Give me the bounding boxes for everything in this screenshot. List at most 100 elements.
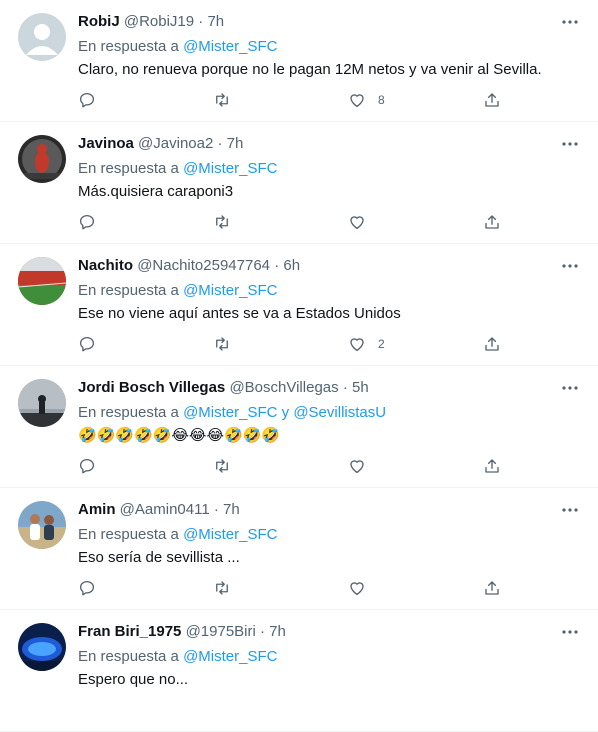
reply-button[interactable] [78, 456, 96, 476]
retweet-button[interactable] [213, 212, 231, 232]
more-options-icon[interactable] [560, 500, 580, 520]
reply-icon [79, 580, 95, 596]
like-button[interactable]: 2 [348, 334, 385, 354]
like-count: 8 [378, 93, 385, 107]
tweet-header: Javinoa @Javinoa2 · 7h [78, 134, 243, 154]
reply-prefix: En respuesta a [78, 38, 179, 55]
avatar[interactable] [18, 623, 66, 671]
display-name[interactable]: RobiJ [78, 13, 120, 30]
timestamp[interactable]: 6h [283, 257, 300, 274]
reply-button[interactable] [78, 578, 96, 598]
more-options-icon[interactable] [560, 622, 580, 642]
action-bar [78, 578, 580, 598]
like-button[interactable] [348, 456, 378, 476]
heart-icon [350, 582, 364, 596]
like-button[interactable] [348, 578, 378, 598]
avatar[interactable] [18, 257, 66, 305]
retweet-icon [216, 459, 228, 473]
share-icon [485, 581, 499, 595]
timestamp[interactable]: 7h [223, 501, 240, 518]
more-options-icon[interactable] [560, 12, 580, 32]
reply-context: En respuesta a @Mister_SFC [78, 647, 277, 667]
handle[interactable]: @RobiJ19 [124, 13, 194, 30]
retweet-icon [216, 337, 228, 351]
tweet[interactable]: Amin @Aamin0411 · 7h En respuesta a @Mis… [0, 488, 598, 610]
timestamp[interactable]: 7h [227, 135, 244, 152]
share-icon [485, 93, 499, 107]
tweet-text: Más.quisiera caraponi3 [78, 183, 234, 200]
display-name[interactable]: Fran Biri_1975 [78, 623, 181, 640]
action-bar: 8 [78, 90, 580, 110]
handle[interactable]: @Aamin0411 [120, 501, 210, 518]
more-options-icon[interactable] [560, 134, 580, 154]
mention-link[interactable]: @Mister_SFC [183, 282, 277, 299]
share-button[interactable] [483, 90, 501, 110]
separator-dot: · [213, 501, 219, 518]
heart-icon [350, 338, 364, 352]
display-name[interactable]: Jordi Bosch Villegas [78, 379, 225, 396]
share-icon [485, 337, 499, 351]
share-button[interactable] [483, 212, 501, 232]
tweet[interactable]: Fran Biri_1975 @1975Biri · 7h En respues… [0, 610, 598, 732]
reply-conjunction: y [281, 404, 290, 421]
tweet[interactable]: Jordi Bosch Villegas @BoschVillegas · 5h… [0, 366, 598, 488]
like-button[interactable]: 8 [348, 90, 385, 110]
reply-context: En respuesta a @Mister_SFC [78, 159, 277, 179]
handle[interactable]: @Nachito25947764 [137, 257, 270, 274]
display-name[interactable]: Nachito [78, 257, 133, 274]
timestamp[interactable]: 7h [207, 13, 224, 30]
separator-dot: · [260, 623, 265, 640]
timestamp[interactable]: 7h [269, 623, 286, 640]
tweet-header: Jordi Bosch Villegas @BoschVillegas · 5h [78, 378, 369, 398]
silhouette-avatar-icon [18, 379, 66, 427]
reply-button[interactable] [78, 212, 96, 232]
heart-icon [350, 94, 364, 108]
share-button[interactable] [483, 334, 501, 354]
like-button[interactable] [348, 212, 378, 232]
avatar[interactable] [18, 13, 66, 61]
tweet[interactable]: Nachito @Nachito25947764 · 6h En respues… [0, 244, 598, 366]
more-options-icon[interactable] [560, 378, 580, 398]
mention-link[interactable]: @Mister_SFC [183, 160, 277, 177]
retweet-button[interactable] [213, 90, 231, 110]
display-name[interactable]: Javinoa [78, 135, 134, 152]
action-bar [78, 212, 580, 232]
stadium-avatar-icon [18, 257, 66, 305]
reply-button[interactable] [78, 90, 96, 110]
mention-link[interactable]: @Mister_SFC [183, 648, 277, 665]
display-name[interactable]: Amin [78, 501, 116, 518]
reply-context: En respuesta a @Mister_SFC [78, 281, 277, 301]
avatar[interactable] [18, 501, 66, 549]
tweet-text: Ese no viene aquí antes se va a Estados … [78, 305, 401, 322]
retweet-button[interactable] [213, 334, 231, 354]
separator-dot: · [274, 257, 280, 274]
share-button[interactable] [483, 578, 501, 598]
blue-stadium-avatar-icon [18, 623, 66, 671]
default-profile-icon [18, 13, 66, 61]
avatar[interactable] [18, 379, 66, 427]
reply-button[interactable] [78, 334, 96, 354]
avatar[interactable] [18, 135, 66, 183]
reply-icon [79, 214, 95, 230]
mention-link[interactable]: @Mister_SFC [183, 526, 277, 543]
tweet[interactable]: Javinoa @Javinoa2 · 7h En respuesta a @M… [0, 122, 598, 244]
reply-context: En respuesta a @Mister_SFC y @Sevillista… [78, 403, 386, 423]
handle[interactable]: @Javinoa2 [138, 135, 213, 152]
mention-link[interactable]: @Mister_SFC [183, 38, 277, 55]
share-button[interactable] [483, 456, 501, 476]
mention-link[interactable]: @SevillistasU [293, 404, 386, 421]
reply-icon [79, 92, 95, 108]
handle[interactable]: @1975Biri [186, 623, 256, 640]
reply-icon [79, 458, 95, 474]
timestamp[interactable]: 5h [352, 379, 369, 396]
retweet-button[interactable] [213, 456, 231, 476]
reply-prefix: En respuesta a [78, 648, 179, 665]
mention-link[interactable]: @Mister_SFC [183, 404, 277, 421]
handle[interactable]: @BoschVillegas [229, 379, 338, 396]
more-options-icon[interactable] [560, 256, 580, 276]
retweet-button[interactable] [213, 578, 231, 598]
tweet[interactable]: RobiJ @RobiJ19 · 7h En respuesta a @Mist… [0, 0, 598, 122]
tweet-text: 🤣🤣🤣🤣🤣😂😂😂🤣🤣🤣 [78, 427, 280, 444]
reply-prefix: En respuesta a [78, 526, 179, 543]
like-count: 2 [378, 337, 385, 351]
